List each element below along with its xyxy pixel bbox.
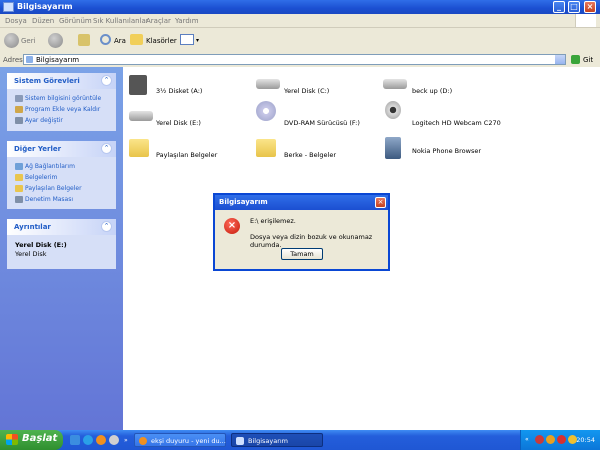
hard-disk-icon bbox=[383, 79, 407, 89]
folder-icon bbox=[129, 139, 149, 157]
panel-header[interactable]: Diğer Yerler ⌃ bbox=[7, 141, 116, 157]
phone-browser-icon bbox=[385, 137, 401, 159]
hard-disk-icon bbox=[256, 79, 280, 89]
dialog-message-line2: Dosya veya dizin bozuk ve okunamaz durum… bbox=[250, 233, 373, 249]
system-info-icon bbox=[15, 95, 23, 102]
antivirus-icon[interactable] bbox=[535, 435, 544, 444]
system-tray: « 20:54 bbox=[520, 430, 600, 450]
details-panel: Ayrıntılar ⌃ Yerel Disk (E:) Yerel Disk bbox=[7, 219, 116, 269]
folder-icon bbox=[15, 185, 23, 192]
back-button-label[interactable]: Geri bbox=[21, 37, 36, 45]
task-view-system-info[interactable]: Sistem bilgisini görüntüle bbox=[15, 95, 101, 102]
computer-icon bbox=[3, 2, 14, 12]
go-arrow-icon[interactable] bbox=[571, 55, 580, 64]
documents-icon bbox=[15, 174, 23, 181]
webcam-icon bbox=[385, 101, 401, 119]
dialog-title: Bilgisayarım bbox=[219, 198, 268, 206]
firefox-icon[interactable] bbox=[96, 435, 106, 445]
taskbar-button-my-computer[interactable]: Bilgisayarım bbox=[231, 433, 323, 447]
windows-flag-icon bbox=[6, 434, 18, 445]
collapse-icon[interactable]: ⌃ bbox=[101, 143, 112, 154]
address-input[interactable]: Bilgisayarım bbox=[23, 54, 566, 65]
start-button[interactable]: Başlat bbox=[0, 430, 63, 450]
panel-header[interactable]: Ayrıntılar ⌃ bbox=[7, 219, 116, 235]
dvd-drive-icon bbox=[256, 101, 276, 121]
menu-tools[interactable]: Araçlar bbox=[146, 17, 171, 25]
error-dialog: Bilgisayarım × × E:\ erişilemez. Dosya v… bbox=[213, 193, 390, 271]
hard-disk-icon bbox=[129, 111, 153, 121]
maximize-button[interactable]: □ bbox=[568, 1, 580, 13]
collapse-icon[interactable]: ⌃ bbox=[101, 75, 112, 86]
panel-title: Diğer Yerler bbox=[14, 145, 62, 153]
search-button-label[interactable]: Ara bbox=[114, 37, 126, 45]
dialog-close-button[interactable]: × bbox=[375, 197, 386, 208]
taskbar-button-browser[interactable]: ekşi duyuru - yeni du... bbox=[134, 433, 226, 447]
window-title: Bilgisayarım bbox=[17, 2, 73, 11]
menu-bar: Dosya Düzen Görünüm Sık Kullanılanlar Ar… bbox=[0, 14, 600, 28]
error-icon: × bbox=[224, 218, 240, 234]
menu-view[interactable]: Görünüm bbox=[59, 17, 92, 25]
firefox-icon bbox=[139, 437, 147, 445]
computer-icon bbox=[26, 56, 33, 63]
details-type: Yerel Disk bbox=[15, 250, 47, 258]
network-icon bbox=[15, 163, 23, 170]
clock: 20:54 bbox=[576, 436, 595, 444]
task-add-remove-programs[interactable]: Program Ekle veya Kaldır bbox=[15, 106, 100, 113]
link-my-documents[interactable]: Belgelerim bbox=[15, 174, 57, 181]
link-network-connections[interactable]: Ağ Bağlantılarım bbox=[15, 163, 75, 170]
task-pane: Sistem Görevleri ⌃ Sistem bilgisini görü… bbox=[0, 67, 123, 430]
details-name: Yerel Disk (E:) bbox=[15, 241, 67, 249]
tray-expand-icon[interactable]: « bbox=[525, 436, 529, 443]
windows-logo-icon bbox=[575, 14, 596, 27]
quicklaunch-more-icon[interactable]: » bbox=[124, 437, 128, 444]
minimize-button[interactable]: _ bbox=[553, 1, 565, 13]
go-button-label[interactable]: Git bbox=[583, 56, 593, 64]
menu-favorites[interactable]: Sık Kullanılanlar bbox=[93, 17, 149, 25]
search-icon[interactable] bbox=[100, 34, 111, 45]
folders-icon[interactable] bbox=[130, 34, 143, 45]
address-dropdown-icon[interactable] bbox=[555, 55, 565, 64]
window-titlebar[interactable]: Bilgisayarım _ □ × bbox=[0, 0, 600, 14]
views-icon[interactable] bbox=[180, 34, 194, 45]
panel-title: Ayrıntılar bbox=[14, 223, 51, 231]
control-panel-icon bbox=[15, 196, 23, 203]
panel-header[interactable]: Sistem Görevleri ⌃ bbox=[7, 73, 116, 89]
link-control-panel[interactable]: Denetim Masası bbox=[15, 196, 73, 203]
address-label: Adres bbox=[3, 56, 23, 64]
link-shared-documents[interactable]: Paylaşılan Belgeler bbox=[15, 185, 82, 192]
address-value: Bilgisayarım bbox=[36, 56, 80, 64]
back-arrow-icon[interactable] bbox=[4, 33, 19, 48]
dialog-titlebar[interactable]: Bilgisayarım × bbox=[215, 195, 388, 210]
close-button[interactable]: × bbox=[584, 1, 596, 13]
forward-arrow-icon[interactable] bbox=[48, 33, 63, 48]
collapse-icon[interactable]: ⌃ bbox=[101, 221, 112, 232]
other-places-panel: Diğer Yerler ⌃ Ağ Bağlantılarım Belgeler… bbox=[7, 141, 116, 209]
tray-alert-icon[interactable] bbox=[557, 435, 566, 444]
up-folder-icon[interactable] bbox=[78, 34, 90, 46]
panel-title: Sistem Görevleri bbox=[14, 77, 80, 85]
folder-icon bbox=[256, 139, 276, 157]
system-tasks-panel: Sistem Görevleri ⌃ Sistem bilgisini görü… bbox=[7, 73, 116, 131]
control-panel-icon bbox=[15, 117, 23, 124]
menu-file[interactable]: Dosya bbox=[5, 17, 27, 25]
internet-explorer-icon[interactable] bbox=[83, 435, 93, 445]
show-desktop-icon[interactable] bbox=[70, 435, 80, 445]
computer-icon bbox=[236, 437, 244, 445]
toolbar: Geri Ara Klasörler ▾ bbox=[0, 28, 600, 54]
tray-app-icon[interactable] bbox=[546, 435, 555, 444]
menu-help[interactable]: Yardım bbox=[175, 17, 199, 25]
menu-edit[interactable]: Düzen bbox=[32, 17, 54, 25]
ok-button[interactable]: Tamam bbox=[281, 248, 323, 260]
programs-icon bbox=[15, 106, 23, 113]
dialog-message-line1: E:\ erişilemez. bbox=[250, 217, 296, 225]
taskbar: Başlat » ekşi duyuru - yeni du... Bilgis… bbox=[0, 430, 600, 450]
folders-button-label[interactable]: Klasörler bbox=[146, 37, 177, 45]
address-bar: Adres Bilgisayarım Git bbox=[0, 53, 600, 68]
views-dropdown-icon[interactable]: ▾ bbox=[196, 37, 199, 44]
media-player-icon[interactable] bbox=[109, 435, 119, 445]
task-change-setting[interactable]: Ayar değiştir bbox=[15, 117, 63, 124]
floppy-icon bbox=[129, 75, 147, 95]
